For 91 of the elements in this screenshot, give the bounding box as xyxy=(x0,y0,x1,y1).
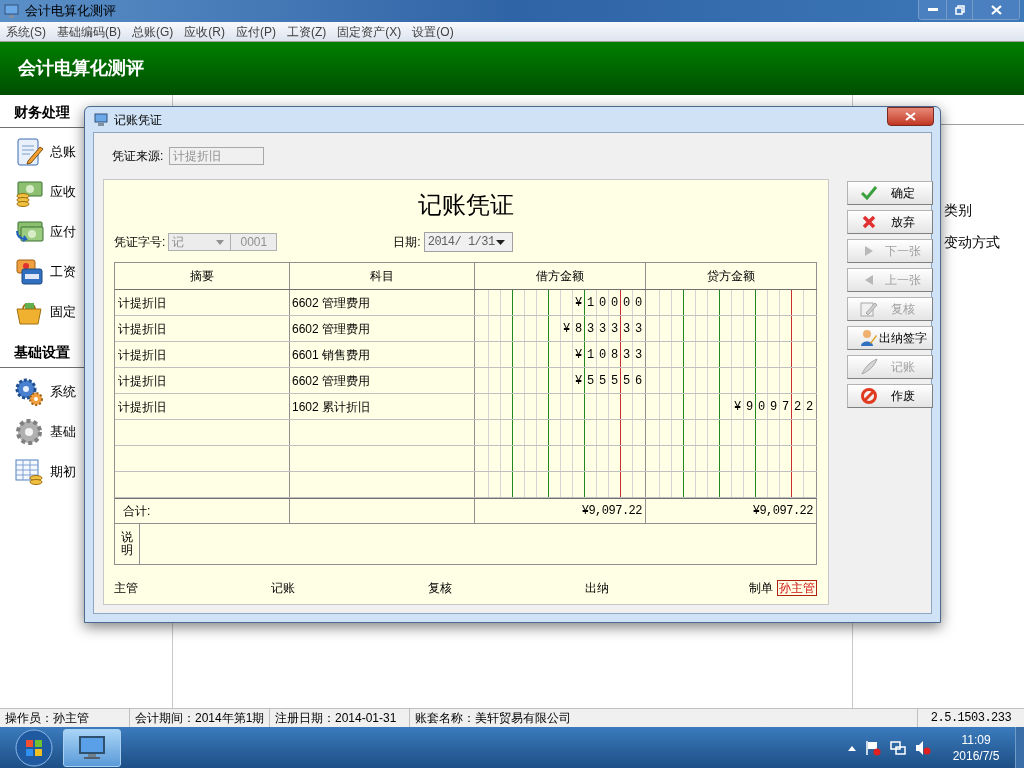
clock-date: 2016/7/5 xyxy=(952,747,1000,764)
dialog-close-button[interactable] xyxy=(887,107,934,126)
restore-button[interactable] xyxy=(947,0,973,19)
start-button[interactable] xyxy=(13,728,55,767)
account-text: 6601 销售费用 xyxy=(292,346,371,364)
sidebar-item[interactable]: 应付 xyxy=(50,222,76,242)
spreadsheet-coins-icon xyxy=(14,457,44,487)
note-pencil-icon xyxy=(860,301,878,317)
account-text: 6602 管理费用 xyxy=(292,372,371,390)
sidebar-item[interactable]: 应收 xyxy=(50,182,76,202)
minimize-button[interactable] xyxy=(919,0,947,19)
menu-item[interactable]: 设置(O) xyxy=(409,22,457,41)
signature-label: 制单 xyxy=(749,580,773,597)
date-dropdown[interactable]: 2014/ 1/31 xyxy=(423,232,513,252)
monitor-icon xyxy=(94,112,108,127)
signature-label: 复核 xyxy=(428,580,452,597)
column-header: 摘要 xyxy=(190,268,214,285)
close-button[interactable] xyxy=(973,0,1019,19)
sidebar-item[interactable]: 系统 xyxy=(50,382,76,402)
taskbar-app-button[interactable] xyxy=(63,728,121,767)
gears-icon xyxy=(14,377,44,407)
banner-title: 会计电算化测评 xyxy=(18,57,144,80)
notebook-pencil-icon xyxy=(14,137,44,167)
summary-text: 计提折旧 xyxy=(118,372,166,390)
menu-item[interactable]: 应付(P) xyxy=(233,22,279,41)
menu-item[interactable]: 工资(Z) xyxy=(284,22,330,41)
play-left-icon xyxy=(864,274,874,286)
note-label: 说明 xyxy=(121,530,133,558)
menu-item[interactable]: 系统(S) xyxy=(3,22,49,41)
menu-item[interactable]: 基础编码(B) xyxy=(54,22,124,41)
sidebar-item[interactable]: 期初 xyxy=(50,462,76,482)
clock-time: 11:09 xyxy=(961,731,991,748)
signature-label: 主管 xyxy=(114,580,138,597)
play-right-icon xyxy=(864,245,874,257)
panel-item[interactable]: 变动方式 xyxy=(944,232,1024,252)
summary-text: 计提折旧 xyxy=(118,398,166,416)
action-button[interactable]: 作废 xyxy=(847,384,933,408)
menu-item[interactable]: 应收(R) xyxy=(181,22,228,41)
debit-total: ¥9,097.22 xyxy=(581,503,642,520)
gear-icon xyxy=(14,417,44,447)
sidebar-item[interactable]: 基础 xyxy=(50,422,76,442)
account-text: 6602 管理费用 xyxy=(292,320,371,338)
account-text: 1602 累计折旧 xyxy=(292,398,371,416)
panel-item[interactable]: 类别 xyxy=(944,200,1024,220)
summary-text: 计提折旧 xyxy=(118,346,166,364)
section-title: 基础设置 xyxy=(14,343,70,362)
signature-label: 记账 xyxy=(271,580,295,597)
dropdown-arrow-icon xyxy=(495,239,505,245)
prohibited-icon xyxy=(861,388,877,404)
menu-item[interactable]: 固定资产(X) xyxy=(334,22,405,41)
column-header: 借方金额 xyxy=(536,268,584,285)
check-icon xyxy=(861,186,877,200)
account-text: 6602 管理费用 xyxy=(292,294,371,312)
monitor-icon xyxy=(78,734,106,761)
total-label: 合计: xyxy=(123,503,151,520)
menu-item[interactable]: 总账(G) xyxy=(129,22,177,41)
volume-muted-icon[interactable] xyxy=(915,739,931,756)
date-label: 日期: xyxy=(393,234,421,251)
credit-total: ¥9,097.22 xyxy=(752,503,813,520)
flag-icon[interactable] xyxy=(865,739,881,756)
restore-icon xyxy=(954,4,965,15)
voucher-title: 记账凭证 xyxy=(418,190,514,220)
signature-label: 出纳 xyxy=(585,580,609,597)
action-button[interactable]: 出纳签字 xyxy=(847,326,933,350)
action-button[interactable]: 放弃 xyxy=(847,210,933,234)
action-button[interactable]: 确定 xyxy=(847,181,933,205)
dialog-title: 记账凭证 xyxy=(114,111,162,129)
minimize-icon xyxy=(927,8,938,11)
monitor-icon xyxy=(4,3,19,19)
network-icon[interactable] xyxy=(890,739,906,756)
summary-text: 计提折旧 xyxy=(118,320,166,338)
column-header: 科目 xyxy=(370,268,394,285)
signer-name: 孙主管 xyxy=(777,580,817,596)
voucher-number-label: 凭证字号: xyxy=(114,234,166,251)
close-icon xyxy=(990,4,1002,15)
cards-icon xyxy=(14,257,44,287)
show-hidden-icons-icon[interactable] xyxy=(848,744,856,751)
column-header: 贷方金额 xyxy=(707,268,755,285)
sidebar-item[interactable]: 工资 xyxy=(50,262,76,282)
version-label: 2.5.1503.233 xyxy=(929,710,1013,727)
source-label: 凭证来源: xyxy=(112,148,164,165)
summary-text: 计提折旧 xyxy=(118,294,166,312)
dropdown-arrow-icon xyxy=(216,239,225,245)
close-icon xyxy=(905,112,916,121)
window-title: 会计电算化测评 xyxy=(25,2,116,21)
sidebar-item[interactable]: 总账 xyxy=(50,142,76,162)
section-title: 财务处理 xyxy=(14,103,70,122)
quill-icon xyxy=(860,358,878,376)
sidebar-item[interactable]: 固定 xyxy=(50,302,76,322)
person-pen-icon xyxy=(860,329,878,347)
close-icon xyxy=(862,215,876,229)
